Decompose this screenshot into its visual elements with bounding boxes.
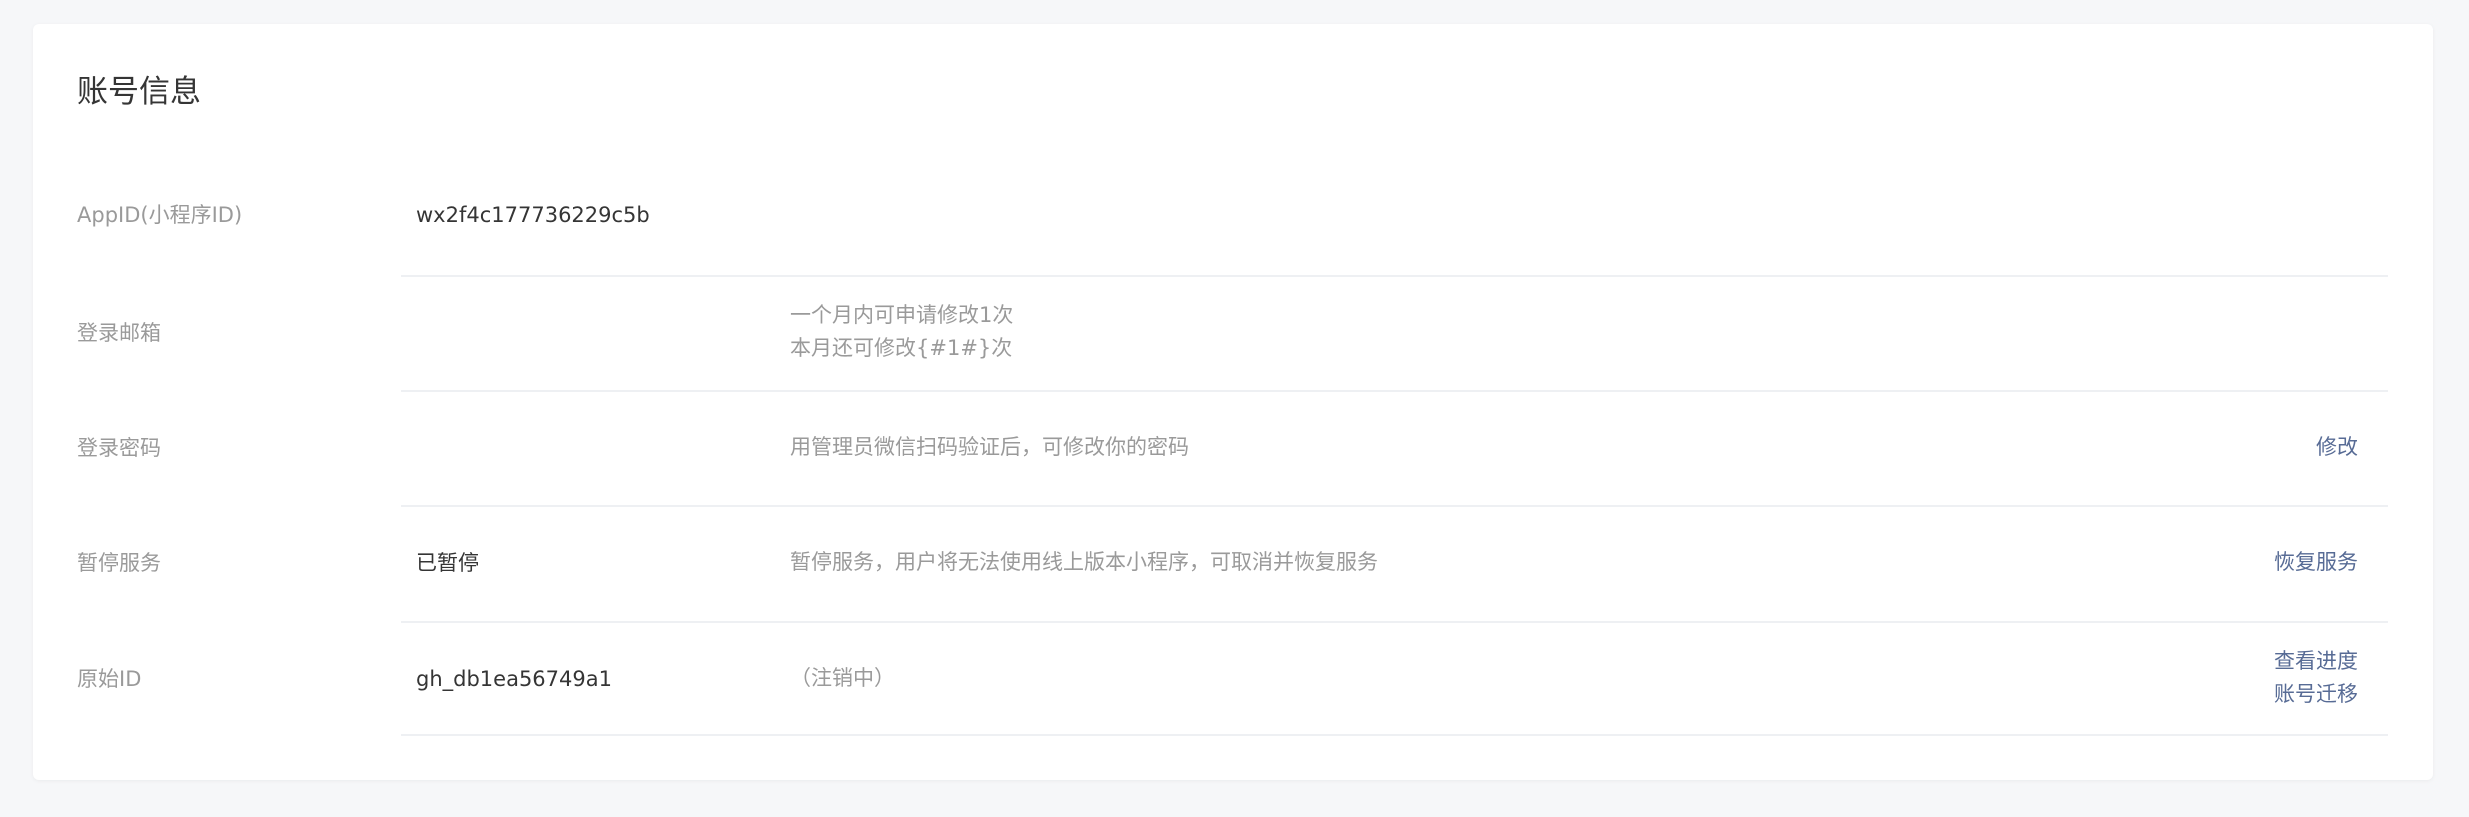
account-migrate-link[interactable]: 账号迁移 xyxy=(2274,678,2358,711)
row-divider xyxy=(401,275,2388,277)
pause-service-label: 暂停服务 xyxy=(77,551,161,575)
login-email-desc-line2: 本月还可修改{#1#}次 xyxy=(790,336,1013,360)
login-email-desc-line1: 一个月内可申请修改1次 xyxy=(790,303,1014,327)
row-divider xyxy=(401,390,2388,392)
login-password-label: 登录密码 xyxy=(77,436,161,460)
pause-service-desc: 暂停服务，用户将无法使用线上版本小程序，可取消并恢复服务 xyxy=(790,550,1378,574)
original-id-value: gh_db1ea56749a1 xyxy=(416,667,612,691)
section-title: 账号信息 xyxy=(77,74,201,110)
modify-password-link[interactable]: 修改 xyxy=(2316,431,2358,464)
row-divider xyxy=(401,505,2388,507)
account-info-card: 账号信息 AppID(小程序ID) wx2f4c177736229c5b 登录邮… xyxy=(33,24,2433,780)
original-id-status: （注销中） xyxy=(790,666,895,690)
login-email-label: 登录邮箱 xyxy=(77,321,161,345)
row-divider xyxy=(401,621,2388,623)
row-divider xyxy=(401,734,2388,736)
login-password-desc: 用管理员微信扫码验证后，可修改你的密码 xyxy=(790,435,1189,459)
pause-service-status: 已暂停 xyxy=(416,551,479,575)
appid-value: wx2f4c177736229c5b xyxy=(416,203,650,227)
original-id-label: 原始ID xyxy=(77,667,142,691)
view-progress-link[interactable]: 查看进度 xyxy=(2274,645,2358,678)
resume-service-link[interactable]: 恢复服务 xyxy=(2274,546,2358,579)
appid-label: AppID(小程序ID) xyxy=(77,203,243,227)
